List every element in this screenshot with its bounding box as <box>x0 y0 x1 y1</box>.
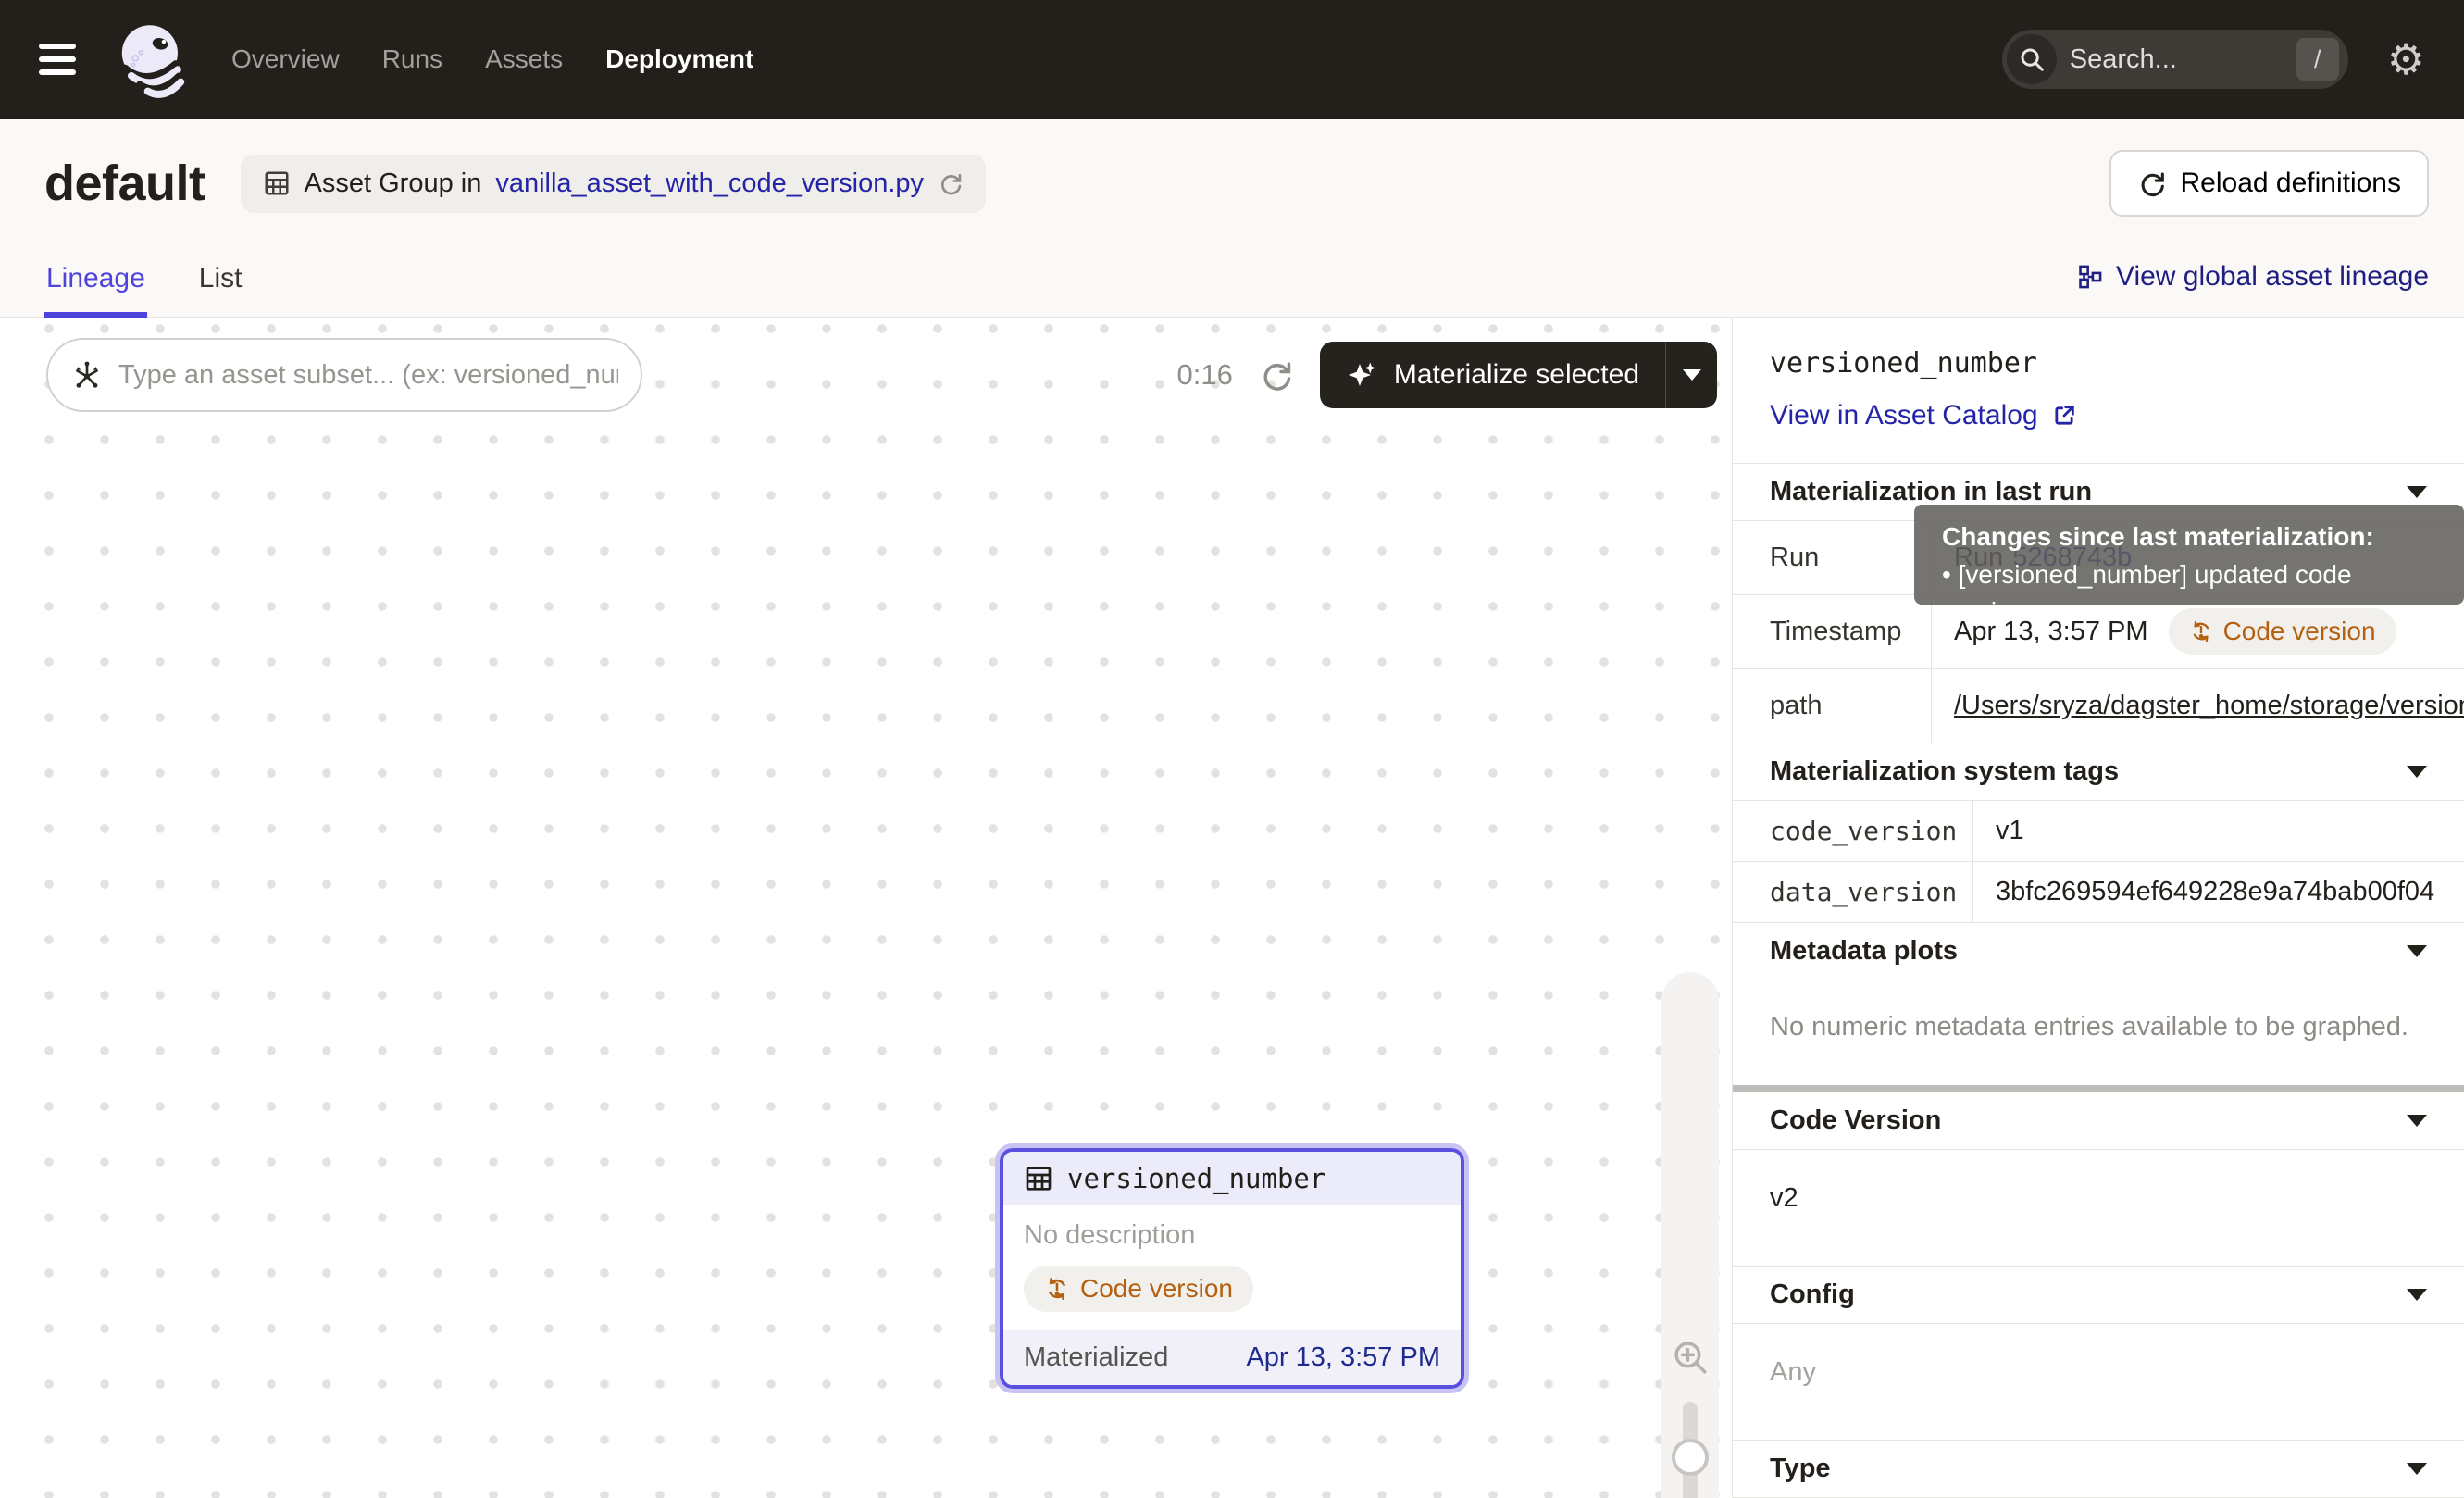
caret-down-icon <box>1683 369 1701 381</box>
nav-links: Overview Runs Assets Deployment <box>231 44 753 74</box>
section-title: Materialization in last run <box>1770 477 2092 507</box>
section-title: Type <box>1770 1454 1831 1484</box>
gear-icon[interactable]: ⚙ <box>2387 38 2425 81</box>
tab-lineage[interactable]: Lineage <box>44 263 147 317</box>
nav-item-assets[interactable]: Assets <box>485 44 563 74</box>
section-title: Config <box>1770 1280 1855 1310</box>
section-code-version[interactable]: Code Version <box>1733 1092 2464 1150</box>
asset-subset-text-input[interactable] <box>118 360 618 391</box>
asset-node-versioned-number[interactable]: versioned_number No description Code ver… <box>1000 1148 1464 1389</box>
timestamp-label: Timestamp <box>1733 595 1932 668</box>
table-icon <box>1024 1164 1053 1193</box>
code-version-label: code_version <box>1733 801 1973 861</box>
zoom-slider-handle[interactable] <box>1672 1439 1709 1476</box>
asset-details-panel: versioned_number View in Asset Catalog M… <box>1732 318 2464 1498</box>
nav-item-runs[interactable]: Runs <box>382 44 442 74</box>
path-row: path /Users/sryza/dagster_home/storage/v… <box>1733 669 2464 743</box>
panel-asset-name: versioned_number <box>1770 347 2427 380</box>
config-section-value: Any <box>1733 1324 2464 1441</box>
section-title: Code Version <box>1770 1105 1941 1136</box>
nav-item-overview[interactable]: Overview <box>231 44 340 74</box>
search-shortcut-key: / <box>2296 38 2339 81</box>
tooltip-item: [versioned_number] updated code version <box>1942 556 2440 630</box>
view-in-asset-catalog-link[interactable]: View in Asset Catalog <box>1770 400 2427 431</box>
code-version-section-value: v2 <box>1733 1150 2464 1267</box>
tab-list[interactable]: List <box>197 263 244 317</box>
section-metadata-plots[interactable]: Metadata plots <box>1733 923 2464 980</box>
op-selector-icon <box>70 358 104 392</box>
metadata-plots-empty-text: No numeric metadata entries available to… <box>1733 980 2464 1085</box>
materialize-selected-button[interactable]: Materialize selected <box>1320 342 1665 408</box>
view-global-asset-lineage-link[interactable]: View global asset lineage <box>2077 261 2429 317</box>
section-config[interactable]: Config <box>1733 1267 2464 1324</box>
global-search[interactable]: / <box>2002 30 2348 89</box>
asset-node-name: versioned_number <box>1067 1163 1325 1194</box>
materialize-options-dropdown[interactable] <box>1665 342 1717 408</box>
code-version-row: code_version v1 <box>1733 801 2464 862</box>
code-version-badge[interactable]: Code version <box>1024 1266 1253 1312</box>
asset-node-status: Materialized <box>1024 1342 1168 1373</box>
page-header: default Asset Group in vanilla_asset_wit… <box>0 119 2464 318</box>
asset-group-prefix: Asset Group in <box>305 169 482 199</box>
refresh-icon[interactable] <box>938 170 964 196</box>
graph-refresh-icon[interactable] <box>1259 357 1294 393</box>
zoom-in-icon[interactable] <box>1671 1338 1710 1377</box>
zoom-controls <box>1661 972 1719 1498</box>
external-link-icon <box>2051 403 2077 429</box>
search-icon <box>2007 34 2057 84</box>
chevron-down-icon <box>2407 1463 2427 1475</box>
tabs: Lineage List View global asset lineage <box>44 261 2429 317</box>
section-title: Metadata plots <box>1770 936 1958 967</box>
sparkle-icon <box>1346 358 1379 392</box>
asset-group-file-link[interactable]: vanilla_asset_with_code_version.py <box>495 169 924 199</box>
data-version-row: data_version 3bfc269594ef649228e9a74bab0… <box>1733 862 2464 923</box>
reload-icon <box>2137 169 2167 198</box>
code-version-changed-icon <box>1044 1276 1070 1302</box>
path-label: path <box>1733 669 1932 743</box>
nav-item-deployment[interactable]: Deployment <box>605 44 753 74</box>
grid-icon <box>263 169 291 197</box>
chevron-down-icon <box>2407 945 2427 957</box>
reload-definitions-button[interactable]: Reload definitions <box>2109 150 2430 217</box>
reload-definitions-label: Reload definitions <box>2181 168 2402 199</box>
section-title: Materialization system tags <box>1770 756 2119 787</box>
section-type[interactable]: Type <box>1733 1441 2464 1498</box>
data-version-label: data_version <box>1733 862 1973 922</box>
menu-icon[interactable] <box>39 44 76 75</box>
asset-node-timestamp[interactable]: Apr 13, 3:57 PM <box>1246 1342 1440 1373</box>
changes-since-last-materialization-tooltip: Changes since last materialization: [ver… <box>1914 505 2464 605</box>
chevron-down-icon <box>2407 486 2427 498</box>
asset-subset-input[interactable] <box>46 338 642 412</box>
code-version-badge-label: Code version <box>1080 1274 1233 1304</box>
search-input[interactable] <box>2057 44 2296 75</box>
lineage-graph-icon <box>2077 264 2103 290</box>
asset-graph-canvas[interactable]: 0:16 Materialize selected <box>0 318 1732 1498</box>
run-label: Run <box>1733 521 1932 594</box>
materialize-selected-split-button: Materialize selected <box>1320 342 1717 408</box>
panel-heavy-divider <box>1733 1085 2464 1092</box>
chevron-down-icon <box>2407 766 2427 778</box>
refresh-countdown: 0:16 <box>1177 358 1233 392</box>
view-global-asset-lineage-label: View global asset lineage <box>2116 261 2429 293</box>
path-value-link[interactable]: /Users/sryza/dagster_home/storage/versio… <box>1954 691 2464 721</box>
chevron-down-icon <box>2407 1289 2427 1301</box>
tooltip-title: Changes since last materialization: <box>1942 518 2440 556</box>
asset-node-description: No description <box>1024 1220 1440 1251</box>
view-in-asset-catalog-label: View in Asset Catalog <box>1770 400 2038 431</box>
asset-group-chip: Asset Group in vanilla_asset_with_code_v… <box>241 155 987 213</box>
section-materialization-system-tags[interactable]: Materialization system tags <box>1733 743 2464 801</box>
materialize-selected-label: Materialize selected <box>1394 359 1639 391</box>
code-version-value: v1 <box>1973 801 2464 861</box>
page-title: default <box>44 155 205 212</box>
dagster-logo[interactable] <box>115 20 187 98</box>
chevron-down-icon <box>2407 1115 2427 1127</box>
data-version-value: 3bfc269594ef649228e9a74bab00f04 <box>1973 862 2464 922</box>
top-nav: Overview Runs Assets Deployment / ⚙ <box>0 0 2464 119</box>
